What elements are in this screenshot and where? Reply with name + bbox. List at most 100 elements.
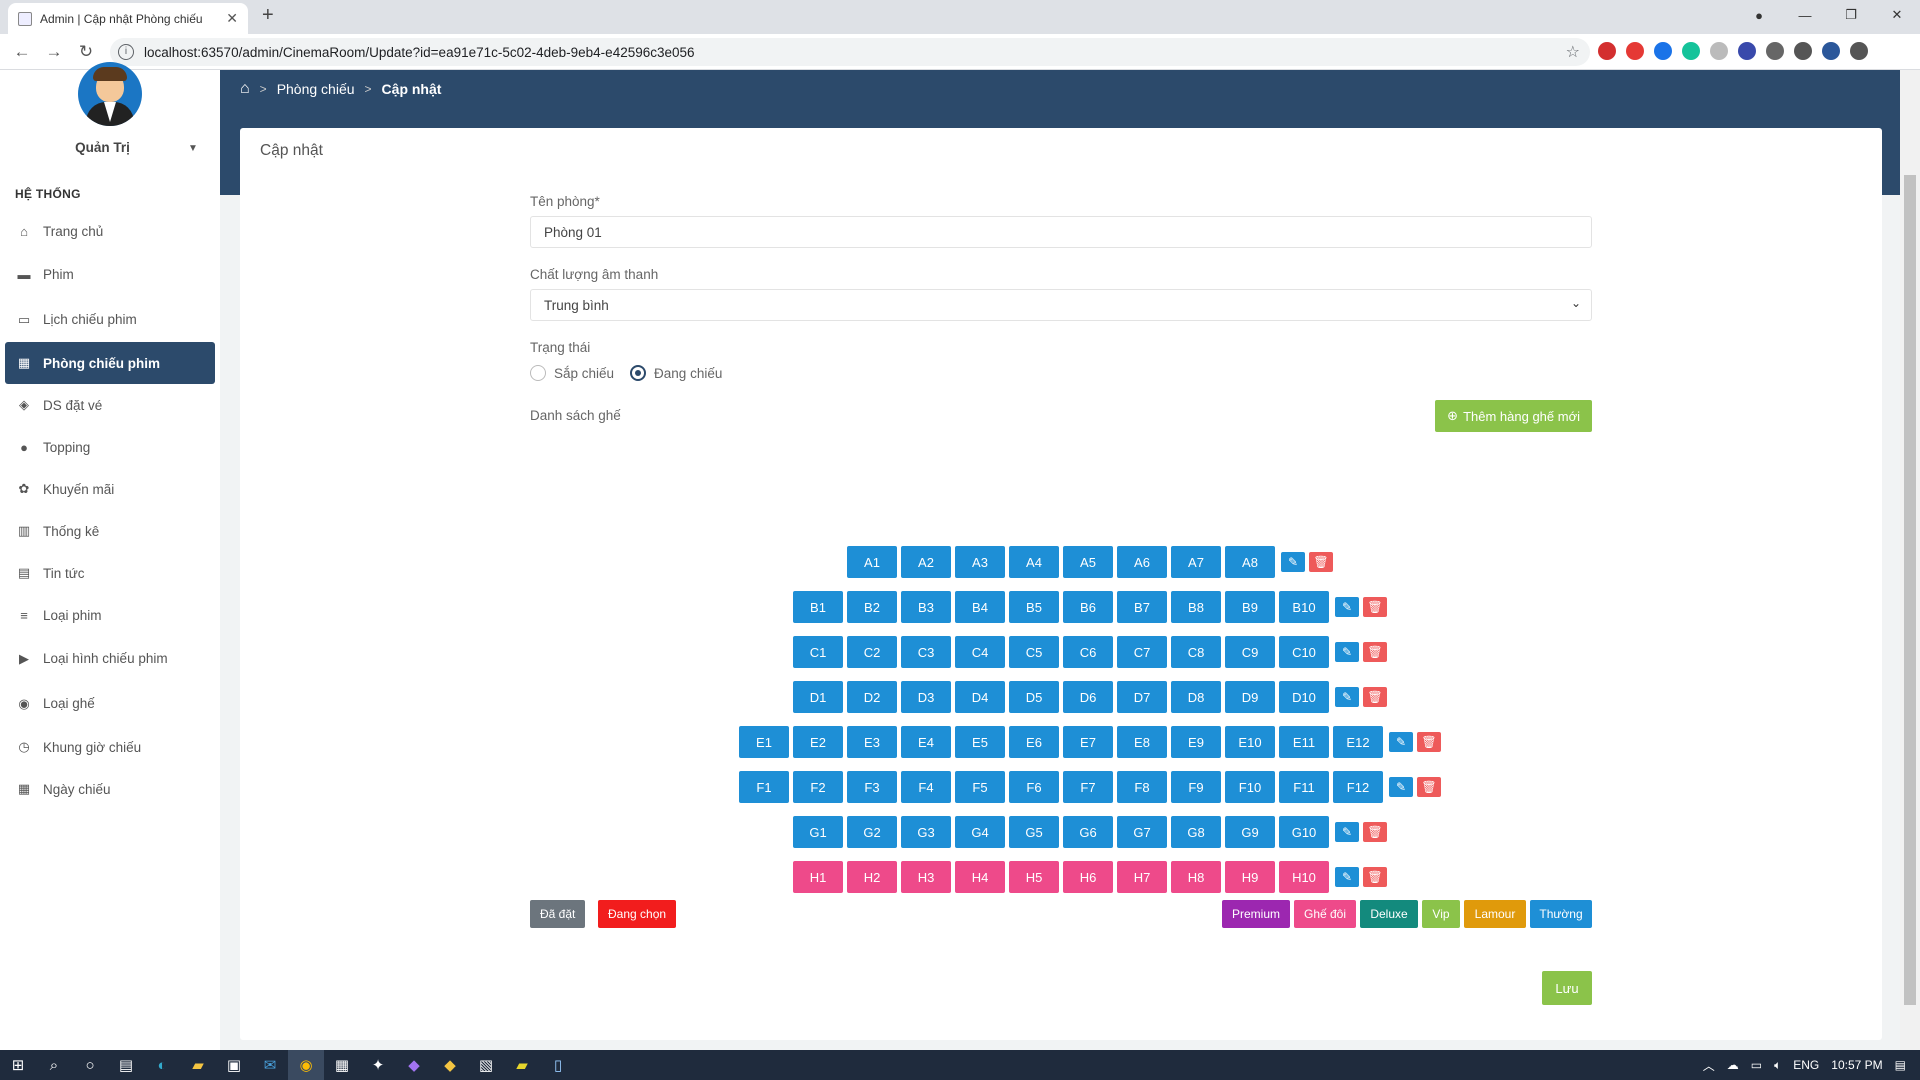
add-row-button[interactable]: ⊕ Thêm hàng ghế mới — [1435, 400, 1592, 432]
seat-E3[interactable]: E3 — [847, 726, 897, 758]
page-scrollbar[interactable] — [1900, 70, 1920, 1050]
git-icon[interactable]: ◆ — [432, 1050, 468, 1080]
delete-row-F-trash-icon[interactable]: 🗑︎ — [1417, 777, 1441, 797]
puzzle-icon[interactable] — [1766, 42, 1784, 60]
cloud-icon[interactable]: ☁ — [1727, 1058, 1739, 1072]
sidebar-item-seat-type[interactable]: ◉ Loại ghế — [5, 681, 215, 726]
seat-D3[interactable]: D3 — [901, 681, 951, 713]
sidebar-item-show-dates[interactable]: ▦ Ngày chiếu — [5, 768, 215, 810]
seat-G3[interactable]: G3 — [901, 816, 951, 848]
menu-icon[interactable] — [1850, 42, 1868, 60]
seat-E9[interactable]: E9 — [1171, 726, 1221, 758]
sidebar-item-bookings[interactable]: ◈ DS đặt vé — [5, 384, 215, 426]
status-showing-radio[interactable] — [630, 365, 647, 381]
home-icon[interactable]: ⌂ — [240, 80, 250, 98]
app-icon[interactable]: ✦ — [360, 1050, 396, 1080]
seat-C9[interactable]: C9 — [1225, 636, 1275, 668]
seat-H8[interactable]: H8 — [1171, 861, 1221, 893]
edit-row-F-pencil-icon[interactable]: ✎ — [1389, 777, 1413, 797]
seat-D7[interactable]: D7 — [1117, 681, 1167, 713]
delete-row-D-trash-icon[interactable]: 🗑︎ — [1363, 687, 1387, 707]
seat-B2[interactable]: B2 — [847, 591, 897, 623]
seat-B8[interactable]: B8 — [1171, 591, 1221, 623]
seat-D8[interactable]: D8 — [1171, 681, 1221, 713]
seat-C10[interactable]: C10 — [1279, 636, 1329, 668]
windows-start-icon[interactable]: ⊞ — [0, 1050, 36, 1080]
seat-G6[interactable]: G6 — [1063, 816, 1113, 848]
webstorm-icon[interactable]: ▦ — [324, 1050, 360, 1080]
seat-C5[interactable]: C5 — [1009, 636, 1059, 668]
close-tab-icon[interactable]: ✕ — [226, 10, 238, 27]
seat-A5[interactable]: A5 — [1063, 546, 1113, 578]
sidebar-item-promo[interactable]: ✿ Khuyến mãi — [5, 468, 215, 510]
delete-row-B-trash-icon[interactable]: 🗑︎ — [1363, 597, 1387, 617]
seat-B10[interactable]: B10 — [1279, 591, 1329, 623]
seat-D9[interactable]: D9 — [1225, 681, 1275, 713]
sidebar-item-news[interactable]: ▤ Tin tức — [5, 552, 215, 594]
search-icon[interactable]: ⌕ — [36, 1050, 72, 1080]
sound-quality-select[interactable]: Trung bình ⌄ — [530, 289, 1592, 321]
delete-row-G-trash-icon[interactable]: 🗑︎ — [1363, 822, 1387, 842]
translate-icon[interactable] — [1654, 42, 1672, 60]
language-indicator[interactable]: ENG — [1793, 1058, 1819, 1072]
sidebar-item-cinema-room[interactable]: ▦ Phòng chiếu phim — [5, 342, 215, 384]
seat-F8[interactable]: F8 — [1117, 771, 1167, 803]
seat-F1[interactable]: F1 — [739, 771, 789, 803]
seat-F12[interactable]: F12 — [1333, 771, 1383, 803]
new-tab-icon[interactable]: + — [262, 4, 274, 27]
seat-E12[interactable]: E12 — [1333, 726, 1383, 758]
seat-H9[interactable]: H9 — [1225, 861, 1275, 893]
network-icon[interactable]: ▭ — [1751, 1058, 1762, 1072]
caret-down-icon[interactable]: ▼ — [188, 143, 198, 154]
edit-row-A-pencil-icon[interactable]: ✎ — [1281, 552, 1305, 572]
edit-row-G-pencil-icon[interactable]: ✎ — [1335, 822, 1359, 842]
history-icon[interactable] — [1710, 42, 1728, 60]
task-view-icon[interactable]: ▤ — [108, 1050, 144, 1080]
seat-B9[interactable]: B9 — [1225, 591, 1275, 623]
seat-G1[interactable]: G1 — [793, 816, 843, 848]
seat-F3[interactable]: F3 — [847, 771, 897, 803]
seat-E8[interactable]: E8 — [1117, 726, 1167, 758]
breadcrumb-cinema-room[interactable]: Phòng chiếu — [277, 81, 355, 97]
seat-B5[interactable]: B5 — [1009, 591, 1059, 623]
seat-E7[interactable]: E7 — [1063, 726, 1113, 758]
seat-F7[interactable]: F7 — [1063, 771, 1113, 803]
grammarly-icon[interactable] — [1682, 42, 1700, 60]
seat-D1[interactable]: D1 — [793, 681, 843, 713]
seat-D2[interactable]: D2 — [847, 681, 897, 713]
devtools-icon[interactable] — [1822, 42, 1840, 60]
seat-F10[interactable]: F10 — [1225, 771, 1275, 803]
reload-icon[interactable]: ↻ — [70, 42, 102, 62]
address-bar[interactable]: i localhost:63570/admin/CinemaRoom/Updat… — [110, 38, 1590, 66]
seat-H3[interactable]: H3 — [901, 861, 951, 893]
chevron-up-icon[interactable]: ︿ — [1703, 1057, 1715, 1074]
visual-studio-icon[interactable]: ◆ — [396, 1050, 432, 1080]
browser-tab[interactable]: Admin | Cập nhật Phòng chiếu ✕ — [8, 3, 248, 34]
chrome-icon[interactable]: ◉ — [288, 1050, 324, 1080]
profile-icon[interactable]: ● — [1736, 8, 1782, 23]
user-name[interactable]: Quản Trị — [0, 140, 205, 155]
minimize-icon[interactable]: — — [1782, 8, 1828, 23]
edit-row-B-pencil-icon[interactable]: ✎ — [1335, 597, 1359, 617]
seat-H7[interactable]: H7 — [1117, 861, 1167, 893]
seat-G2[interactable]: G2 — [847, 816, 897, 848]
seat-E1[interactable]: E1 — [739, 726, 789, 758]
delete-row-A-trash-icon[interactable]: 🗑︎ — [1309, 552, 1333, 572]
seat-A8[interactable]: A8 — [1225, 546, 1275, 578]
clock[interactable]: 10:57 PM — [1831, 1058, 1882, 1072]
mail-icon[interactable]: ✉ — [252, 1050, 288, 1080]
seat-H5[interactable]: H5 — [1009, 861, 1059, 893]
reading-list-icon[interactable] — [1794, 42, 1812, 60]
app-icon[interactable]: ▧ — [468, 1050, 504, 1080]
seat-B6[interactable]: B6 — [1063, 591, 1113, 623]
seat-F11[interactable]: F11 — [1279, 771, 1329, 803]
seat-C7[interactable]: C7 — [1117, 636, 1167, 668]
seat-E4[interactable]: E4 — [901, 726, 951, 758]
sidebar-item-topping[interactable]: ● Topping — [5, 426, 215, 468]
edit-row-H-pencil-icon[interactable]: ✎ — [1335, 867, 1359, 887]
maximize-icon[interactable]: ❐ — [1828, 7, 1874, 23]
seat-C3[interactable]: C3 — [901, 636, 951, 668]
edit-row-C-pencil-icon[interactable]: ✎ — [1335, 642, 1359, 662]
delete-row-C-trash-icon[interactable]: 🗑︎ — [1363, 642, 1387, 662]
seat-C1[interactable]: C1 — [793, 636, 843, 668]
